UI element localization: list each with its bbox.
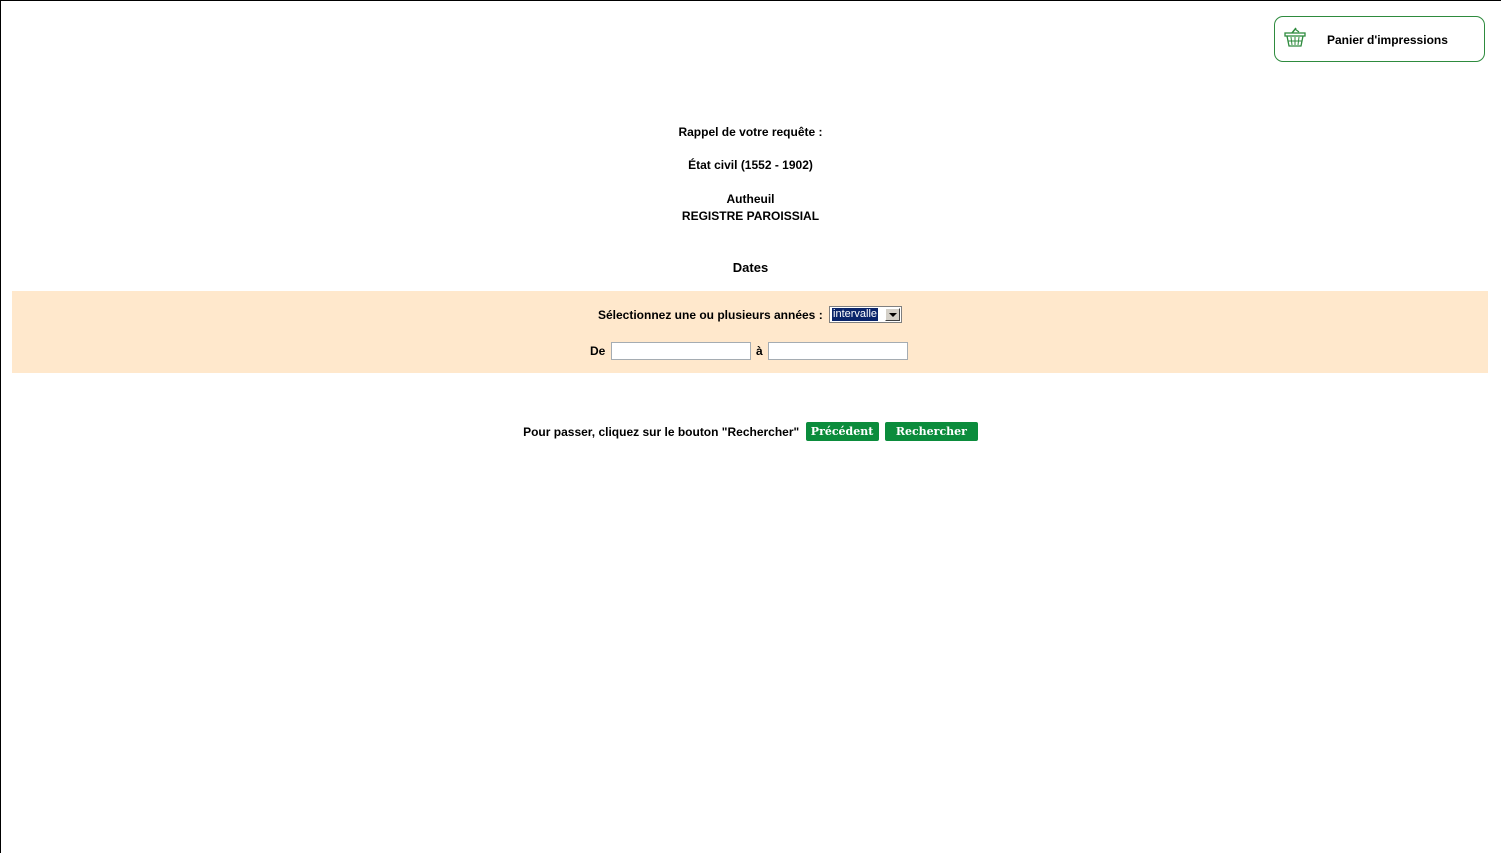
- register-type: REGISTRE PAROISSIAL: [681, 209, 820, 223]
- to-label: à: [756, 344, 763, 358]
- search-button[interactable]: Rechercher: [884, 422, 978, 442]
- place-name: Autheuil: [726, 192, 775, 206]
- chevron-down-icon[interactable]: [885, 307, 901, 321]
- print-cart-button[interactable]: Panier d'impressions: [1274, 16, 1485, 62]
- previous-button[interactable]: Précédent: [805, 422, 879, 442]
- year-select-row: Sélectionnez une ou plusieurs années : i…: [12, 305, 1488, 325]
- collection-name: État civil (1552 - 1902): [688, 158, 813, 172]
- print-cart-label: Panier d'impressions: [1327, 33, 1448, 47]
- year-range-row: De à: [12, 341, 1488, 361]
- query-summary-heading: Rappel de votre requête :: [678, 125, 823, 139]
- to-year-input[interactable]: [768, 341, 909, 360]
- date-selection-panel: Sélectionnez une ou plusieurs années : i…: [12, 291, 1488, 373]
- from-label: De: [589, 344, 606, 358]
- action-row: Pour passer, cliquez sur le bouton "Rech…: [0, 422, 1501, 442]
- instruction-text: Pour passer, cliquez sur le bouton "Rech…: [523, 425, 800, 439]
- from-year-input[interactable]: [610, 341, 751, 360]
- year-mode-select[interactable]: intervalle: [829, 305, 903, 323]
- dates-heading: Dates: [732, 260, 769, 275]
- year-mode-selected-value: intervalle: [832, 307, 879, 321]
- basket-icon: [1284, 27, 1306, 47]
- year-select-label: Sélectionnez une ou plusieurs années :: [597, 308, 823, 322]
